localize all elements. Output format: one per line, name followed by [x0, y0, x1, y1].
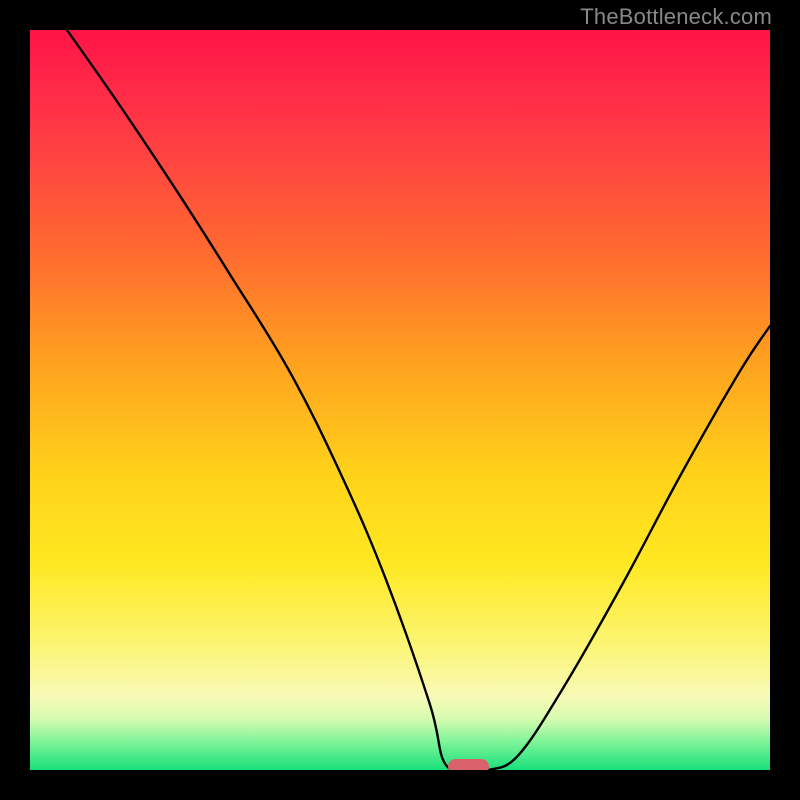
optimal-marker	[448, 759, 489, 770]
curve-svg	[30, 30, 770, 770]
watermark-text: TheBottleneck.com	[580, 4, 772, 30]
plot-area	[30, 30, 770, 770]
bottleneck-curve	[67, 30, 770, 770]
chart-frame: TheBottleneck.com	[0, 0, 800, 800]
